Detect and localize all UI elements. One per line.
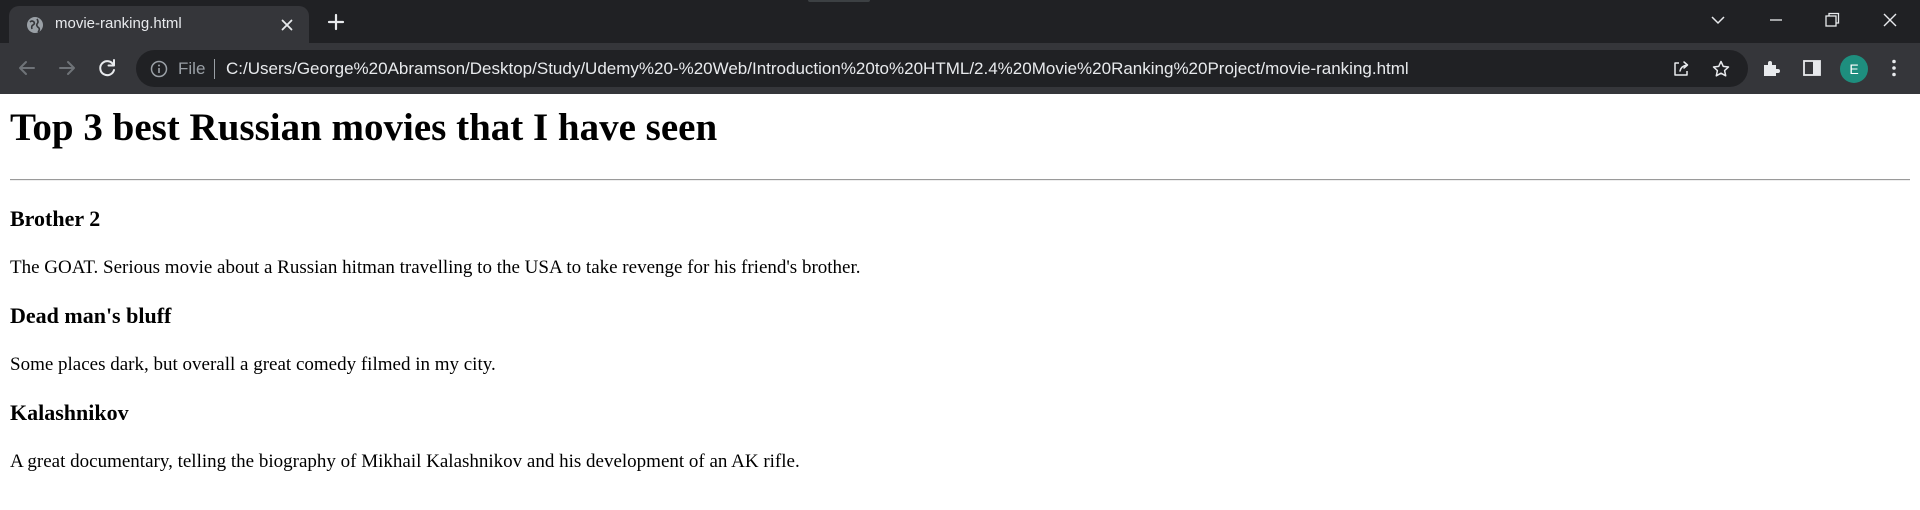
- close-tab-icon[interactable]: [279, 17, 295, 33]
- restore-icon[interactable]: [1822, 10, 1842, 30]
- address-bar[interactable]: File C:/Users/George%20Abramson/Desktop/…: [136, 50, 1748, 87]
- browser-tab[interactable]: movie-ranking.html: [9, 6, 309, 43]
- tab-strip-notch: [808, 0, 870, 2]
- movie-description: Some places dark, but overall a great co…: [10, 354, 496, 375]
- tab-title: movie-ranking.html: [55, 15, 182, 32]
- page-heading: Top 3 best Russian movies that I have se…: [10, 106, 718, 149]
- movie-description: A great documentary, telling the biograp…: [10, 451, 800, 472]
- tab-strip: movie-ranking.html: [0, 0, 1920, 43]
- forward-arrow-icon[interactable]: [55, 56, 79, 80]
- page-content: Top 3 best Russian movies that I have se…: [0, 94, 1920, 510]
- side-panel-icon[interactable]: [1801, 57, 1823, 79]
- globe-icon: [27, 17, 43, 33]
- movie-title: Brother 2: [10, 206, 101, 231]
- movie-title: Dead man's bluff: [10, 303, 172, 328]
- tab-search-chevron-icon[interactable]: [1708, 10, 1728, 30]
- minimize-icon[interactable]: [1766, 10, 1786, 30]
- horizontal-rule: [10, 179, 1910, 181]
- reload-icon[interactable]: [95, 56, 119, 80]
- back-arrow-icon[interactable]: [15, 56, 39, 80]
- bookmark-star-icon[interactable]: [1711, 59, 1731, 79]
- site-info-icon[interactable]: [150, 60, 168, 78]
- movie-description: The GOAT. Serious movie about a Russian …: [10, 257, 861, 278]
- movie-title: Kalashnikov: [10, 400, 129, 425]
- scheme-label: File: [178, 59, 206, 78]
- scheme-separator: [214, 59, 215, 79]
- close-window-icon[interactable]: [1880, 10, 1900, 30]
- browser-toolbar: File C:/Users/George%20Abramson/Desktop/…: [0, 43, 1920, 94]
- new-tab-icon[interactable]: [326, 12, 346, 32]
- profile-avatar[interactable]: E: [1840, 55, 1868, 83]
- extensions-puzzle-icon[interactable]: [1760, 57, 1782, 79]
- menu-dots-icon[interactable]: [1883, 57, 1905, 79]
- url-text[interactable]: C:/Users/George%20Abramson/Desktop/Study…: [226, 59, 1409, 79]
- share-icon[interactable]: [1671, 59, 1691, 79]
